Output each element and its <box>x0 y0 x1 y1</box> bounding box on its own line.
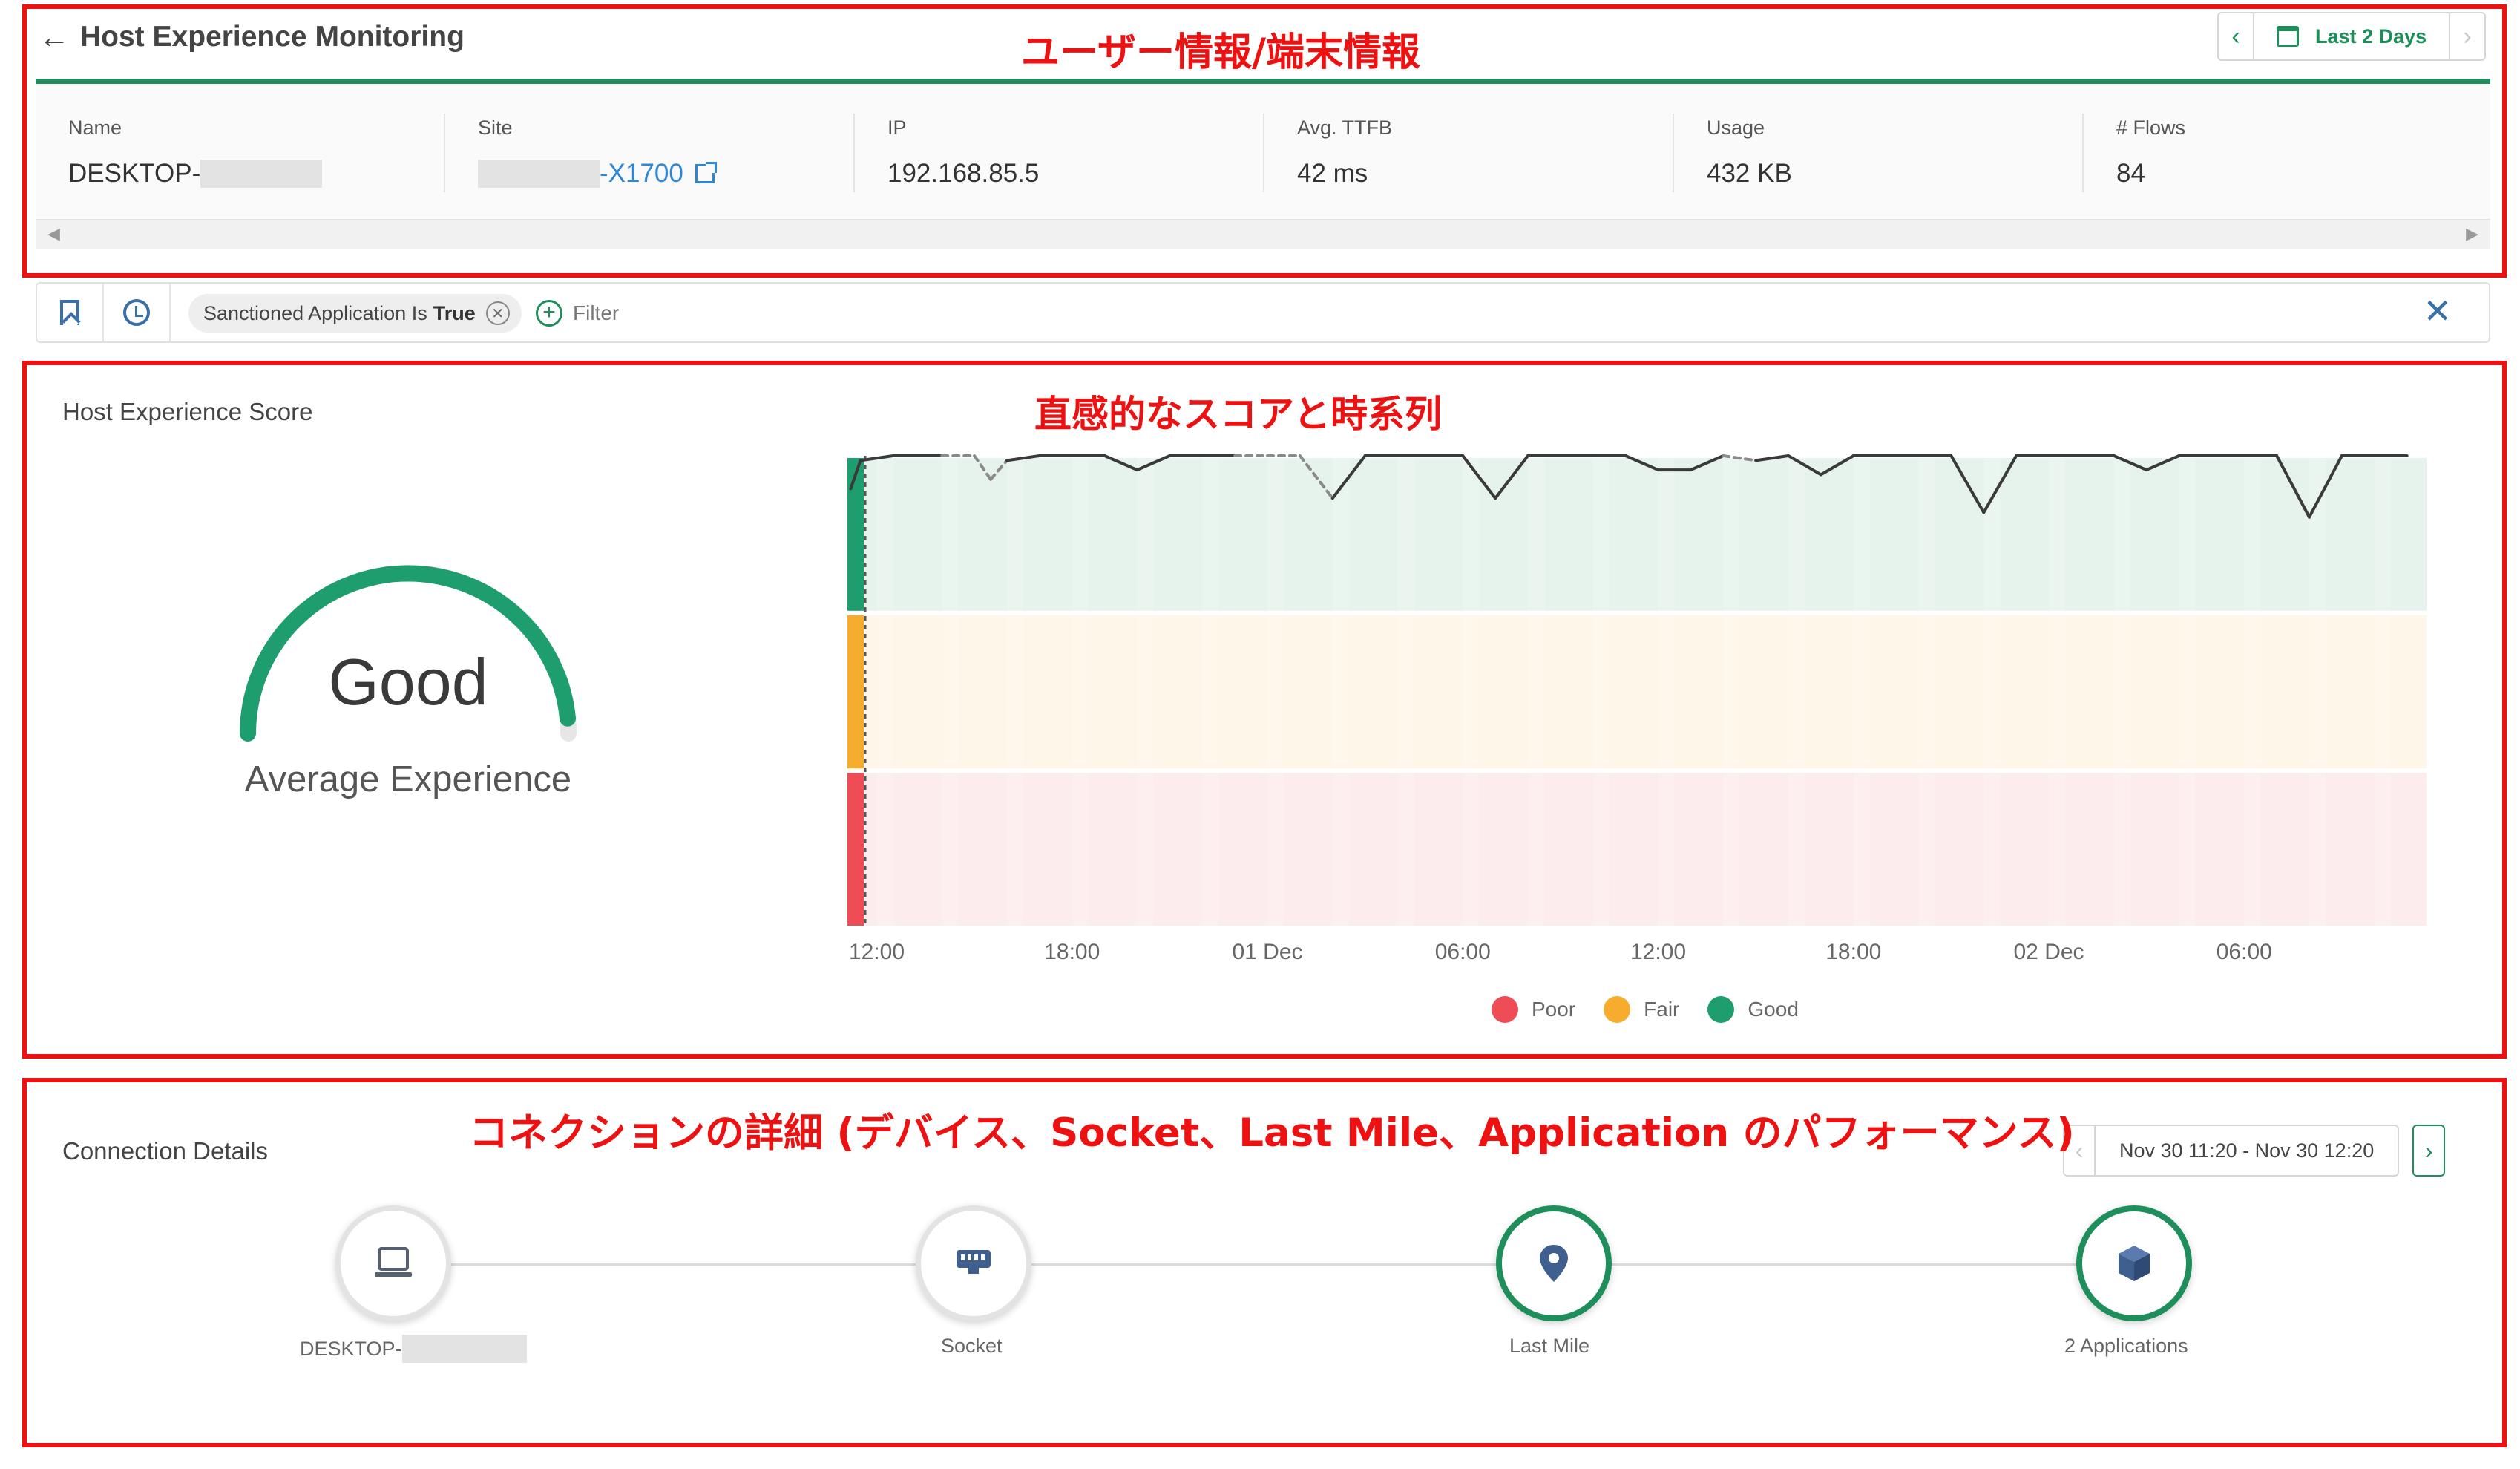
add-filter-button[interactable]: + Filter <box>536 294 619 333</box>
bookmark-button[interactable] <box>37 284 104 341</box>
history-icon <box>123 299 150 326</box>
close-icon[interactable]: ✕ <box>2423 291 2452 331</box>
filter-chip-label: Sanctioned Application Is <box>203 301 427 324</box>
close-circle-icon[interactable]: ✕ <box>485 301 510 325</box>
annotation-score-note: 直感的なスコアと時系列 <box>1034 393 1442 436</box>
annotation-connection-note: コネクションの詳細 (デバイス、Socket、Last Mile、Applica… <box>469 1110 2075 1156</box>
filter-bar: Sanctioned Application Is True ✕ + Filte… <box>36 282 2490 343</box>
bookmark-icon <box>60 300 79 325</box>
filter-chip-value: True <box>433 301 476 324</box>
annotation-header-note: ユーザー情報/端末情報 <box>1021 30 1420 75</box>
plus-circle-icon: + <box>536 300 562 327</box>
filter-chip[interactable]: Sanctioned Application Is True ✕ <box>188 294 522 333</box>
history-button[interactable] <box>104 284 171 341</box>
add-filter-label: Filter <box>573 301 620 324</box>
annotation-box-score <box>22 361 2507 1059</box>
